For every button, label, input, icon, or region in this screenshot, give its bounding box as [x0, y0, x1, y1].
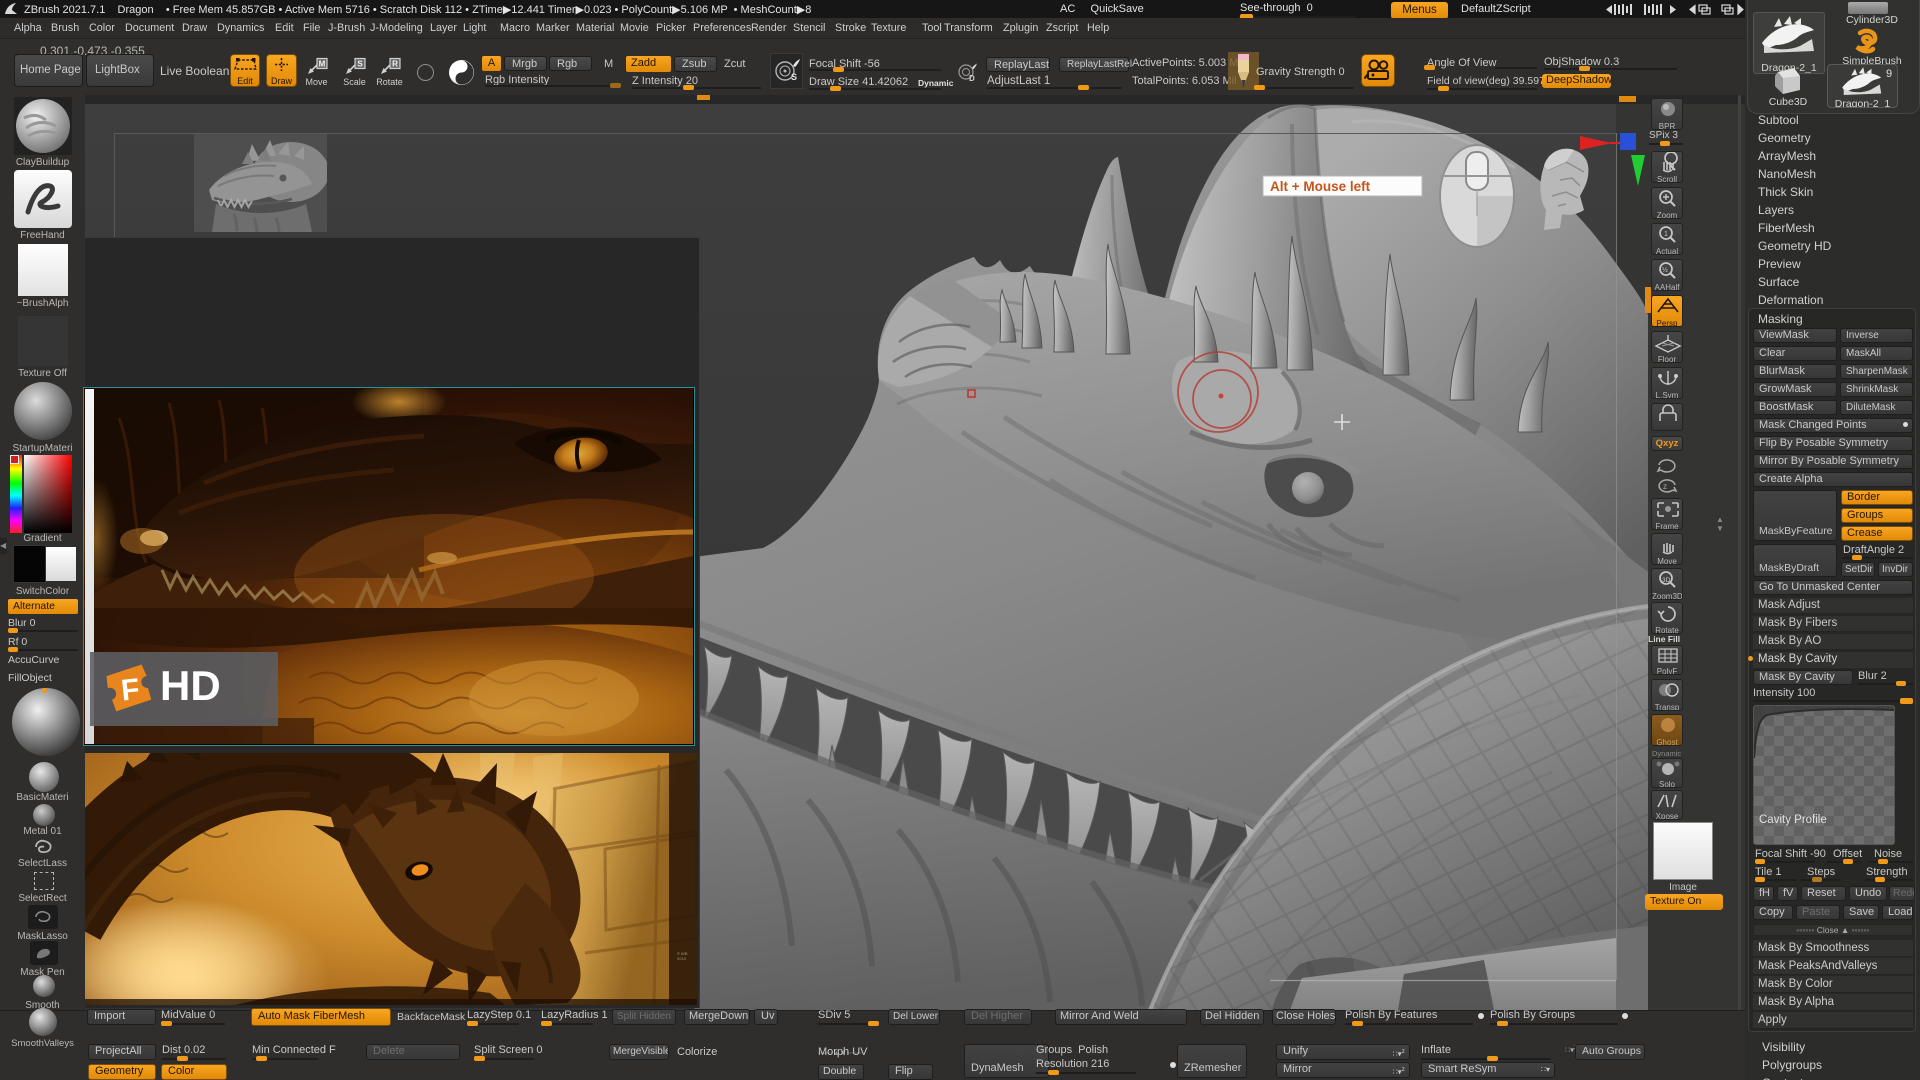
svg-text:D: D [969, 74, 975, 83]
svg-text:Alt + Mouse left: Alt + Mouse left [1270, 179, 1371, 194]
svg-text:3D: 3D [1662, 577, 1671, 584]
svg-text:S: S [791, 72, 797, 82]
svg-text:R: R [392, 60, 398, 69]
svg-text:F: F [119, 673, 141, 708]
svg-text:z: z [1663, 482, 1667, 491]
svg-text:1: 1 [1664, 231, 1668, 238]
svg-text:S: S [357, 60, 363, 69]
svg-text:M: M [319, 60, 326, 69]
svg-text:½: ½ [1662, 266, 1668, 274]
